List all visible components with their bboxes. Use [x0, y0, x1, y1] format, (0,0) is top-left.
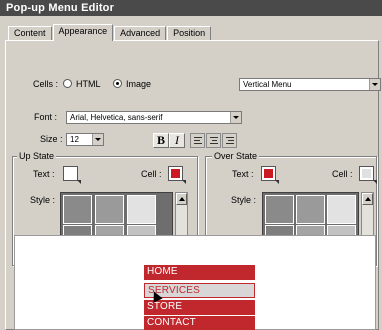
style-thumbnail[interactable] — [265, 195, 294, 224]
align-left-icon[interactable] — [190, 133, 205, 148]
font-select[interactable]: Arial, Helvetica, sans-serif — [66, 111, 242, 124]
orientation-select[interactable]: Vertical Menu — [239, 78, 381, 91]
scroll-up-icon[interactable] — [176, 193, 187, 205]
font-label: Font : — [34, 112, 58, 122]
tab-content[interactable]: Content — [8, 26, 52, 41]
preview-menu-item[interactable]: HOME — [144, 265, 255, 280]
tab-advanced[interactable]: Advanced — [114, 26, 167, 41]
align-right-icon[interactable] — [222, 133, 237, 148]
over-cell-label: Cell : — [332, 169, 353, 179]
size-value: 12 — [70, 135, 79, 144]
style-thumbnail[interactable] — [63, 195, 92, 224]
font-value: Arial, Helvetica, sans-serif — [70, 113, 163, 122]
preview-menu-item[interactable]: CONTACT — [144, 316, 255, 330]
size-label: Size : — [40, 134, 63, 144]
cells-html-label: HTML — [76, 79, 101, 89]
tab-position[interactable]: Position — [167, 26, 212, 41]
up-text-label: Text : — [33, 169, 55, 179]
chevron-down-icon — [230, 112, 241, 123]
over-text-color-swatch[interactable] — [261, 166, 279, 184]
orientation-value: Vertical Menu — [243, 80, 292, 89]
style-thumbnail[interactable] — [95, 195, 124, 224]
up-style-label: Style : — [30, 195, 56, 205]
cells-html-radio[interactable] — [63, 79, 72, 88]
cells-image-label: Image — [126, 79, 152, 89]
tab-bar: Content Appearance Advanced Position — [8, 24, 212, 41]
style-thumbnail[interactable] — [327, 195, 356, 224]
size-select[interactable]: 12 — [66, 133, 104, 146]
up-cell-color-swatch[interactable] — [168, 166, 186, 184]
italic-button[interactable]: I — [169, 133, 185, 148]
over-cell-color-swatch[interactable] — [359, 166, 377, 184]
scroll-up-icon[interactable] — [362, 193, 373, 205]
up-cell-label: Cell : — [141, 169, 162, 179]
bold-button[interactable]: B — [153, 133, 169, 148]
cells-image-radio[interactable] — [113, 79, 122, 88]
style-thumbnail[interactable] — [296, 195, 325, 224]
up-state-title: Up State — [17, 151, 57, 161]
tab-appearance[interactable]: Appearance — [52, 24, 114, 41]
style-thumbnail[interactable] — [127, 195, 156, 224]
align-center-icon[interactable] — [206, 133, 221, 148]
cells-label: Cells : — [33, 79, 59, 89]
preview-menu-item[interactable]: STORE — [144, 300, 255, 315]
over-style-label: Style : — [231, 195, 257, 205]
up-text-color-swatch[interactable] — [63, 166, 81, 184]
chevron-down-icon — [92, 134, 103, 145]
chevron-down-icon — [369, 79, 380, 90]
over-state-title: Over State — [212, 151, 260, 161]
window-title: Pop-up Menu Editor — [0, 0, 382, 16]
over-text-label: Text : — [232, 169, 254, 179]
